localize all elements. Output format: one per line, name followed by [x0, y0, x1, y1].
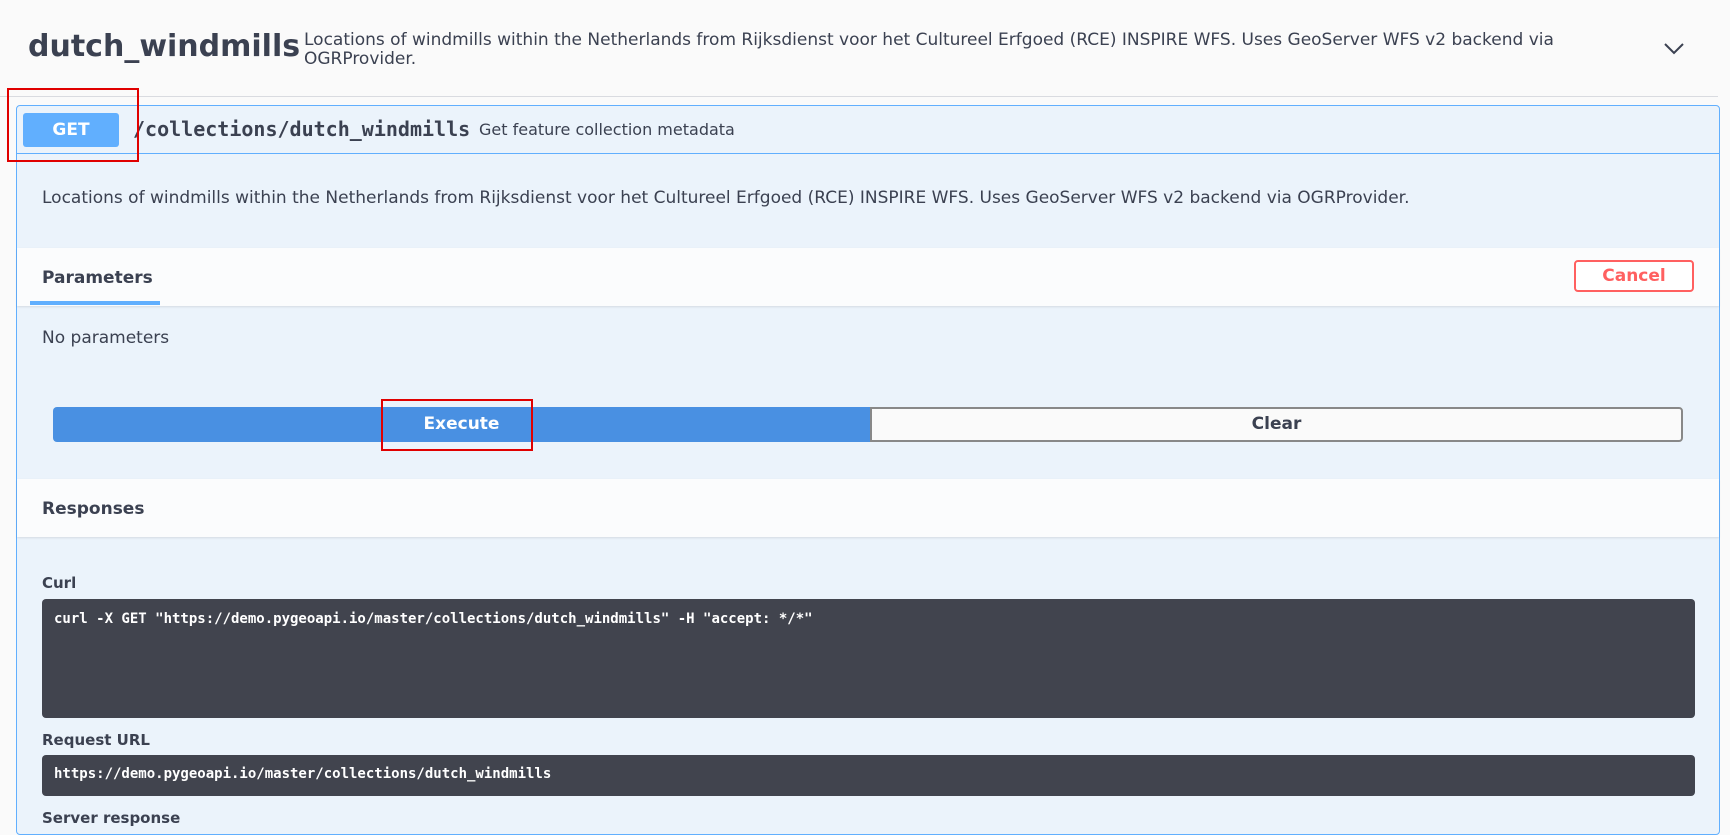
operation-summary[interactable]: GET /collections/dutch_windmills Get fea…	[17, 106, 1719, 154]
curl-label: Curl	[42, 574, 77, 592]
responses-header: Responses	[17, 479, 1719, 537]
tab-parameters[interactable]: Parameters	[42, 268, 153, 288]
highlight-box-execute	[381, 399, 533, 451]
tag-description: Locations of windmills within the Nether…	[304, 30, 1554, 69]
highlight-box-method	[7, 88, 139, 162]
clear-button[interactable]: Clear	[870, 407, 1683, 442]
execute-wrapper: Execute Clear	[53, 407, 1683, 442]
tag-title[interactable]: dutch_windmills	[28, 29, 300, 64]
chevron-down-icon[interactable]	[1662, 36, 1686, 60]
request-url-block[interactable]: https://demo.pygeoapi.io/master/collecti…	[42, 755, 1695, 796]
operation-block-get: GET /collections/dutch_windmills Get fea…	[16, 105, 1720, 835]
parameters-header: Parameters Cancel	[17, 248, 1719, 306]
curl-code-block[interactable]: curl -X GET "https://demo.pygeoapi.io/ma…	[42, 599, 1695, 718]
operation-description: Locations of windmills within the Nether…	[42, 188, 1410, 208]
responses-title: Responses	[42, 499, 145, 519]
no-parameters-text: No parameters	[42, 328, 170, 348]
request-url-label: Request URL	[42, 731, 150, 749]
tab-active-underline	[30, 301, 160, 305]
server-response-label: Server response	[42, 809, 181, 827]
operation-summary-text: Get feature collection metadata	[479, 120, 735, 139]
operation-path[interactable]: /collections/dutch_windmills	[133, 117, 470, 141]
tag-header[interactable]: dutch_windmills Locations of windmills w…	[0, 0, 1718, 97]
cancel-button[interactable]: Cancel	[1574, 260, 1694, 292]
